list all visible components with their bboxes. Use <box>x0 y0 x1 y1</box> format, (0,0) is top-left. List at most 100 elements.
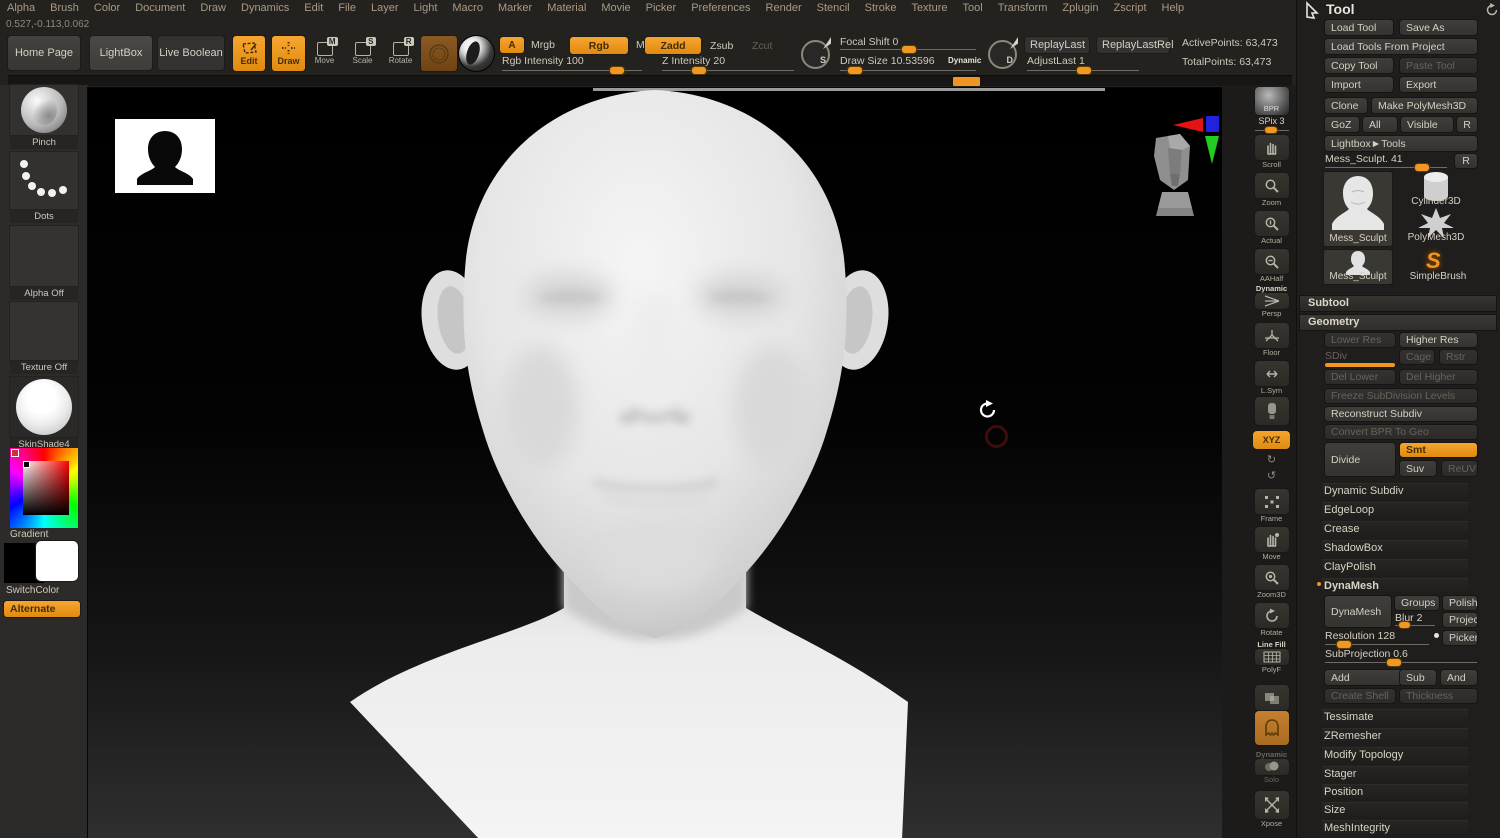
zremesher-header[interactable]: ZRemesher <box>1322 728 1468 742</box>
polyf-button[interactable]: Line Fill PolyF <box>1253 641 1290 674</box>
edgeloop-header[interactable]: EdgeLoop <box>1322 502 1468 516</box>
tool-name-slider[interactable]: Mess_Sculpt. 41 <box>1325 153 1447 168</box>
subprojection-slider[interactable]: SubProjection 0.6 <box>1325 648 1477 663</box>
and-button[interactable]: And <box>1441 670 1477 685</box>
reuv-button[interactable]: ReUV <box>1442 461 1477 476</box>
menu-help[interactable]: Help <box>1162 2 1185 16</box>
freeze-subdivision-button[interactable]: Freeze SubDivision Levels <box>1325 389 1477 403</box>
divide-button[interactable]: Divide <box>1325 443 1395 476</box>
shadowbox-header[interactable]: ShadowBox <box>1322 540 1468 554</box>
meshintegrity-header[interactable]: MeshIntegrity <box>1322 820 1468 834</box>
persp-button[interactable]: Dynamic Persp <box>1253 285 1290 318</box>
modify-topology-header[interactable]: Modify Topology <box>1322 747 1468 761</box>
menu-color[interactable]: Color <box>94 2 120 16</box>
color-picker[interactable] <box>10 448 78 528</box>
y-rotate-button[interactable]: ↻ <box>1253 454 1290 468</box>
home-page-button[interactable]: Home Page <box>8 36 80 70</box>
dynamic-draw-size-toggle[interactable]: Dynamic <box>948 56 981 65</box>
camview-button[interactable] <box>1253 397 1290 425</box>
alpha-preview-card[interactable] <box>115 119 215 193</box>
replay-last-rel-button[interactable]: ReplayLastRel <box>1097 37 1169 53</box>
zadd-button[interactable]: Zadd <box>645 37 701 54</box>
menu-dynamics[interactable]: Dynamics <box>241 2 289 16</box>
goz-visible-button[interactable]: Visible <box>1401 117 1453 132</box>
menu-movie[interactable]: Movie <box>601 2 630 16</box>
live-boolean-button[interactable]: Live Boolean <box>158 36 224 70</box>
move-button[interactable]: M Move <box>311 40 338 67</box>
simplebrush-name[interactable]: SimpleBrush <box>1402 271 1474 282</box>
lower-res-button[interactable]: Lower Res <box>1325 333 1395 347</box>
menu-file[interactable]: File <box>338 2 356 16</box>
spix-slider[interactable]: SPix 3 <box>1253 117 1290 131</box>
thickness-button[interactable]: Thickness <box>1400 689 1477 703</box>
menu-alpha[interactable]: Alpha <box>7 2 35 16</box>
rotate-button[interactable]: R Rotate <box>387 40 414 67</box>
menu-picker[interactable]: Picker <box>646 2 677 16</box>
menu-layer[interactable]: Layer <box>371 2 399 16</box>
ghost-button[interactable] <box>1253 711 1290 745</box>
menu-stencil[interactable]: Stencil <box>817 2 850 16</box>
project-button[interactable]: Project <box>1443 613 1477 627</box>
menu-draw[interactable]: Draw <box>200 2 226 16</box>
tessimate-header[interactable]: Tessimate <box>1322 709 1468 723</box>
higher-res-button[interactable]: Higher Res <box>1400 333 1477 347</box>
convert-bpr-button[interactable]: Convert BPR To Geo <box>1325 425 1477 439</box>
export-button[interactable]: Export <box>1400 77 1477 92</box>
polish-button[interactable]: Polish <box>1443 596 1477 610</box>
scroll-button[interactable]: Scroll <box>1253 135 1290 169</box>
z-rotate-button[interactable]: ↺ <box>1253 470 1290 484</box>
xyz-button[interactable]: XYZ <box>1253 431 1290 449</box>
stager-header[interactable]: Stager <box>1322 766 1468 780</box>
simplebrush-icon[interactable]: S <box>1426 248 1448 270</box>
smt-button[interactable]: Smt <box>1400 443 1477 457</box>
rotate-canvas-button[interactable]: Rotate <box>1253 603 1290 637</box>
del-higher-button[interactable]: Del Higher <box>1400 370 1477 384</box>
sub-button[interactable]: Sub <box>1400 670 1436 685</box>
a-toggle-button[interactable]: A <box>500 37 524 53</box>
aahalf-button[interactable]: AAHalf <box>1253 249 1290 283</box>
menu-render[interactable]: Render <box>766 2 802 16</box>
floor-button[interactable]: Floor <box>1253 323 1290 357</box>
adjust-last-slider[interactable] <box>1027 70 1139 71</box>
alpha-picker-button[interactable]: D <box>988 40 1017 69</box>
solo-button[interactable]: Dynamic Solo <box>1253 751 1290 784</box>
menu-transform[interactable]: Transform <box>998 2 1048 16</box>
dynamesh-button[interactable]: DynaMesh <box>1325 596 1391 627</box>
resolution-toggle-dot[interactable] <box>1434 633 1439 638</box>
alternate-button[interactable]: Alternate <box>4 601 80 617</box>
goz-r-button[interactable]: R <box>1457 117 1477 132</box>
make-polymesh3d-button[interactable]: Make PolyMesh3D <box>1372 98 1477 113</box>
edit-button[interactable]: Edit <box>233 36 265 71</box>
position-header[interactable]: Position <box>1322 784 1468 798</box>
stroke-picker-button[interactable]: S <box>801 40 830 69</box>
zoom-button[interactable]: Zoom <box>1253 173 1290 207</box>
subtool-section-header[interactable]: Subtool <box>1300 296 1496 311</box>
menu-tool[interactable]: Tool <box>963 2 983 16</box>
goz-all-button[interactable]: All <box>1363 117 1397 132</box>
axis-orientation-widget[interactable] <box>1162 110 1222 170</box>
clone-button[interactable]: Clone <box>1325 98 1367 113</box>
rgb-intensity-slider[interactable] <box>502 70 642 71</box>
menu-preferences[interactable]: Preferences <box>691 2 750 16</box>
rgb-button[interactable]: Rgb <box>570 37 628 54</box>
menu-marker[interactable]: Marker <box>498 2 532 16</box>
menu-texture[interactable]: Texture <box>911 2 947 16</box>
create-shell-button[interactable]: Create Shell <box>1325 689 1395 703</box>
rstr-button[interactable]: Rstr <box>1440 350 1477 364</box>
geometry-section-header[interactable]: Geometry <box>1300 315 1496 330</box>
z-intensity-slider[interactable] <box>662 70 794 71</box>
blur-slider[interactable]: Blur 2 <box>1395 612 1439 626</box>
polymesh3d-name[interactable]: PolyMesh3D <box>1402 232 1470 243</box>
bpr-button[interactable]: BPR <box>1253 87 1290 113</box>
menu-edit[interactable]: Edit <box>304 2 323 16</box>
draw-size-slider[interactable] <box>840 70 976 71</box>
picker-button[interactable]: Picker <box>1443 631 1477 645</box>
switchcolor-button[interactable]: SwitchColor <box>6 585 76 598</box>
cylinder3d-name[interactable]: Cylinder3D <box>1402 196 1470 207</box>
import-button[interactable]: Import <box>1325 77 1393 92</box>
move-canvas-button[interactable]: Move <box>1253 527 1290 561</box>
sdiv-slider[interactable]: SDiv <box>1325 350 1395 367</box>
load-tool-button[interactable]: Load Tool <box>1325 20 1393 35</box>
focal-shift-slider[interactable] <box>840 49 976 50</box>
m-button[interactable]: M <box>636 39 645 51</box>
